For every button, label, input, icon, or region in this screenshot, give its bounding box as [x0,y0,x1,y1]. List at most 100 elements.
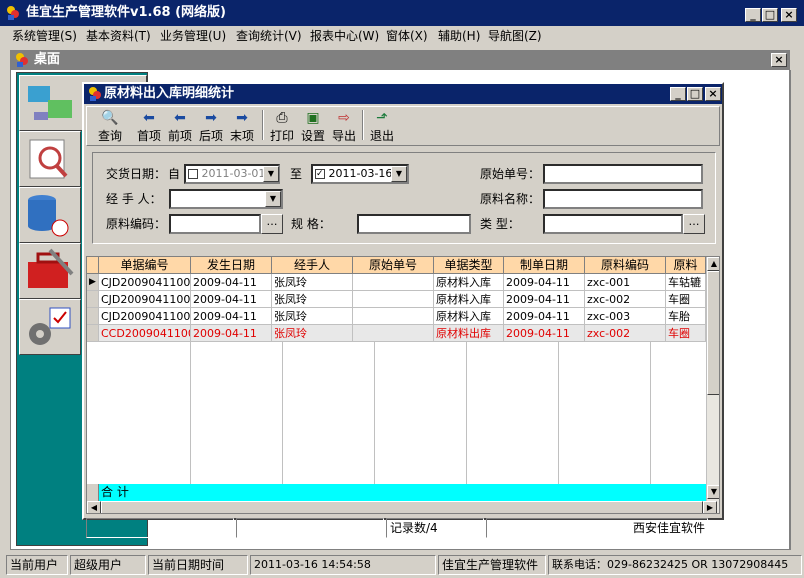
export-icon: ⇨ [338,110,350,126]
spec-input[interactable] [357,214,471,234]
date-to-checkbox[interactable]: ✓ [315,169,325,179]
grid-horizontal-scrollbar[interactable]: ◀ ▶ [87,501,719,513]
dialog-close-button[interactable]: × [705,87,721,101]
material-code-lookup-button[interactable]: … [261,214,283,234]
sidebar-item-toolbox[interactable] [19,243,81,299]
h-scroll-thumb[interactable] [101,501,703,513]
menu-window[interactable]: 窗体(X) [386,28,428,44]
table-cell[interactable]: CCD20090411001 [99,325,191,342]
app-title-bar: 佳宜生产管理软件v1.68 (网络版) [0,0,804,26]
last-button[interactable]: ➡ 末项 [228,109,256,145]
column-header[interactable]: 发生日期 [191,257,272,274]
column-header[interactable]: 制单日期 [504,257,585,274]
database-icon [28,195,69,237]
software-name: 佳宜生产管理软件 [438,555,546,575]
menu-business[interactable]: 业务管理(U) [160,28,226,44]
table-cell[interactable]: 原材料入库 [434,274,504,291]
scroll-down-button[interactable]: ▼ [707,485,719,499]
current-row-indicator: ▶ [87,274,99,291]
table-cell[interactable]: 车圈 [666,325,706,342]
material-name-input[interactable] [543,189,703,209]
menu-query[interactable]: 查询统计(V) [236,28,302,44]
table-cell[interactable]: 车胎 [666,308,706,325]
menu-help[interactable]: 辅助(H) [438,28,480,44]
table-cell[interactable]: 2009-04-11 [191,308,272,325]
menu-basic-data[interactable]: 基本资料(T) [86,28,151,44]
contact-phone: 联系电话：029-86232425 OR 13072908445 [548,555,802,575]
table-cell[interactable]: 原材料入库 [434,308,504,325]
type-lookup-button[interactable]: … [683,214,705,234]
table-cell[interactable] [353,308,434,325]
menu-bar: 系统管理(S) 基本资料(T) 业务管理(U) 查询统计(V) 报表中心(W) … [0,26,804,46]
column-header[interactable]: 原始单号 [353,257,434,274]
grid-vertical-scrollbar[interactable]: ▲ ▼ [706,257,719,501]
dialog-minimize-button[interactable]: _ [670,87,686,101]
settings-button[interactable]: ▣ 设置 [299,109,327,145]
menu-navigation[interactable]: 导航图(Z) [488,28,542,44]
scroll-up-button[interactable]: ▲ [707,257,719,271]
close-button[interactable]: × [781,8,797,22]
table-cell[interactable]: 2009-04-11 [504,308,585,325]
scroll-left-button[interactable]: ◀ [87,501,101,513]
maximize-button[interactable]: □ [762,8,778,22]
material-code-input[interactable] [169,214,261,234]
sidebar-item-database[interactable] [19,187,81,243]
sidebar-item-settings[interactable] [19,299,81,355]
table-cell[interactable]: 原材料出库 [434,325,504,342]
first-button[interactable]: ⬅ 首项 [135,109,163,145]
table-cell[interactable]: 车圈 [666,291,706,308]
table-cell[interactable]: 2009-04-11 [504,325,585,342]
menu-system[interactable]: 系统管理(S) [12,28,77,44]
date-from-dropdown[interactable]: ▼ [263,166,279,182]
sidebar-item-search[interactable] [19,131,81,187]
column-header[interactable]: 原料 [666,257,706,274]
doc-no-input[interactable] [543,164,703,184]
table-cell[interactable]: 张凤玲 [272,325,353,342]
date-to-dropdown[interactable]: ▼ [391,166,407,182]
column-header[interactable]: 单据类型 [434,257,504,274]
row-indicator [87,308,99,325]
toolbar-divider [362,110,364,140]
material-code-label: 原料编码： [106,217,167,231]
table-cell[interactable]: CJD20090411001 [99,291,191,308]
column-header[interactable]: 原料编码 [585,257,666,274]
table-cell[interactable] [353,274,434,291]
table-cell[interactable]: 张凤玲 [272,308,353,325]
table-cell[interactable]: 2009-04-11 [191,325,272,342]
prev-button[interactable]: ⬅ 前项 [166,109,194,145]
scroll-thumb[interactable] [707,271,719,395]
table-cell[interactable]: zxc-003 [585,308,666,325]
table-cell[interactable]: zxc-002 [585,325,666,342]
table-cell[interactable]: CJD20090411001 [99,274,191,291]
table-cell[interactable]: zxc-001 [585,274,666,291]
exit-button[interactable]: ⬏ 退出 [368,109,396,145]
table-cell[interactable] [353,325,434,342]
query-button[interactable]: 🔍 查询 [96,109,124,145]
print-button[interactable]: ⎙ 打印 [268,109,296,145]
table-cell[interactable]: 2009-04-11 [504,291,585,308]
next-button[interactable]: ➡ 后项 [197,109,225,145]
table-cell[interactable]: 张凤玲 [272,291,353,308]
table-cell[interactable]: 2009-04-11 [191,274,272,291]
column-header[interactable]: 单据编号 [99,257,191,274]
table-cell[interactable]: 车轱辘 [666,274,706,291]
scroll-right-button[interactable]: ▶ [703,501,717,513]
date-from-checkbox[interactable] [188,169,198,179]
dialog-maximize-button[interactable]: □ [687,87,703,101]
table-cell[interactable]: zxc-002 [585,291,666,308]
menu-reports[interactable]: 报表中心(W) [310,28,379,44]
desktop-close-button[interactable]: × [771,53,787,67]
column-header[interactable]: 经手人 [272,257,353,274]
minimize-button[interactable]: _ [745,8,761,22]
desktop-title: 桌面 [34,52,61,67]
table-cell[interactable]: 原材料入库 [434,291,504,308]
export-button[interactable]: ⇨ 导出 [330,109,358,145]
table-cell[interactable]: 张凤玲 [272,274,353,291]
handler-dropdown[interactable]: ▼ [265,191,281,207]
table-cell[interactable]: CJD20090411001 [99,308,191,325]
type-input[interactable] [543,214,683,234]
table-cell[interactable] [353,291,434,308]
type-label: 类 型： [480,217,520,231]
table-cell[interactable]: 2009-04-11 [504,274,585,291]
table-cell[interactable]: 2009-04-11 [191,291,272,308]
